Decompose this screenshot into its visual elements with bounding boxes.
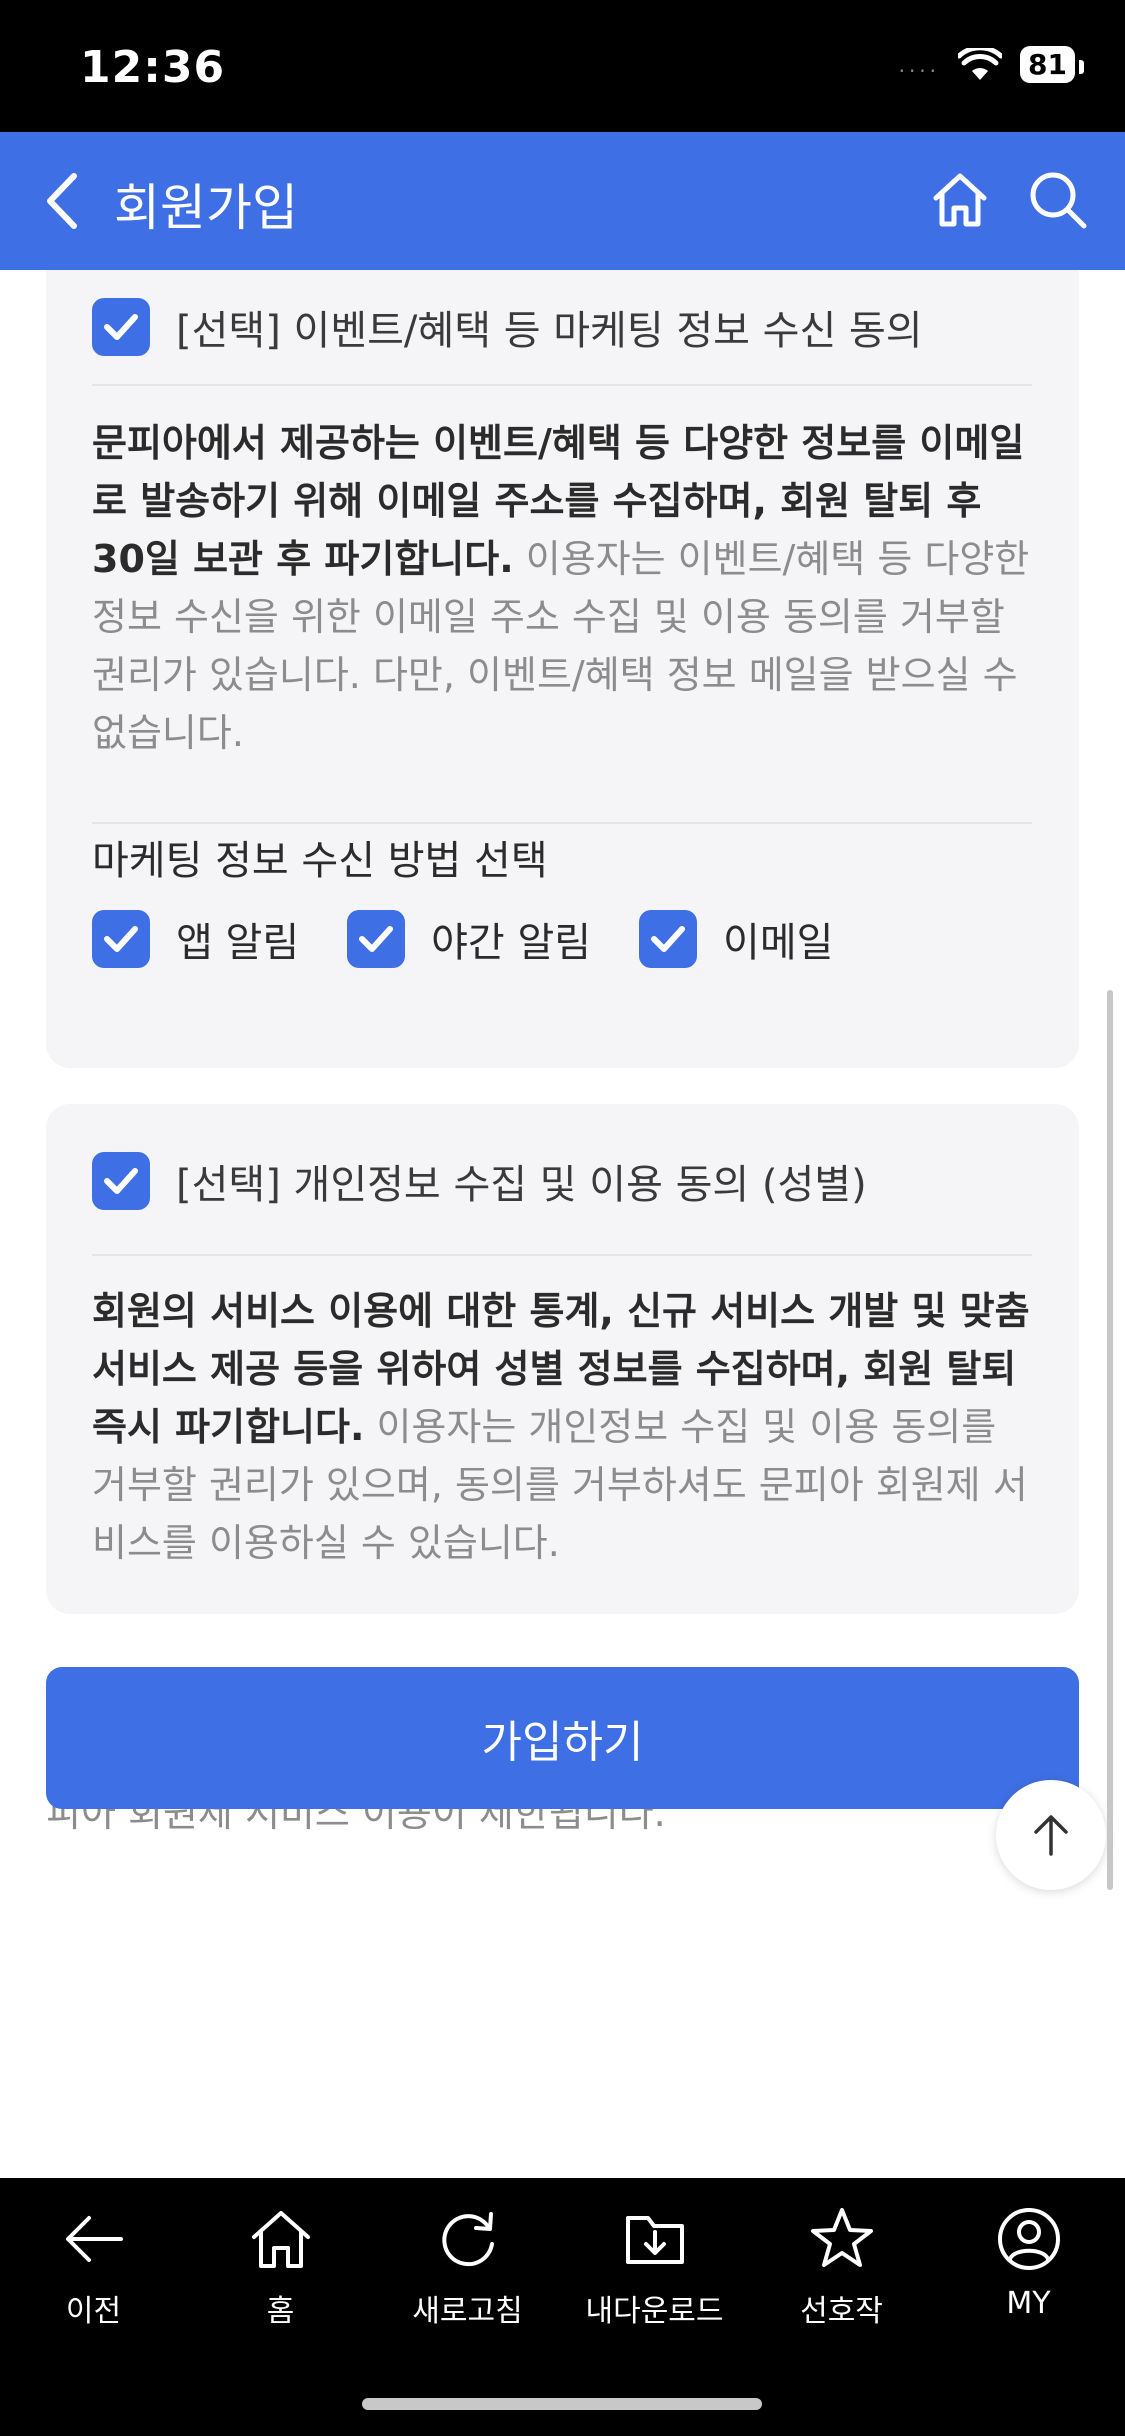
nav-my[interactable]: MY: [935, 2204, 1122, 2321]
marketing-consent-checkbox[interactable]: [92, 298, 150, 356]
signal-icon: ....: [898, 52, 941, 77]
content-area[interactable]: [선택] 이벤트/혜택 등 마케팅 정보 수신 동의 문피아에서 제공하는 이벤…: [0, 270, 1125, 2178]
status-bar: 12:36 .... 81: [0, 0, 1125, 132]
marketing-method-options: 앱 알림 야간 알림 이메일: [92, 910, 881, 968]
star-icon: [810, 2208, 873, 2267]
nav-home[interactable]: 홈: [187, 2204, 374, 2330]
method-email-label: 이메일: [723, 920, 834, 966]
back-button[interactable]: [36, 168, 96, 234]
status-indicators: .... 81: [898, 46, 1084, 83]
marketing-consent-label: [선택] 이벤트/혜택 등 마케팅 정보 수신 동의: [176, 308, 923, 354]
nav-home-label: 홈: [266, 2294, 295, 2329]
method-app-notification-checkbox[interactable]: [92, 910, 150, 968]
checkmark-icon: [104, 314, 138, 340]
marketing-consent-checkbox-row[interactable]: [선택] 이벤트/혜택 등 마케팅 정보 수신 동의: [92, 298, 923, 356]
marketing-consent-card: [선택] 이벤트/혜택 등 마케팅 정보 수신 동의 문피아에서 제공하는 이벤…: [46, 270, 1079, 1068]
method-night-notification-label: 야간 알림: [431, 920, 592, 966]
checkmark-icon: [651, 926, 686, 952]
nav-downloads[interactable]: 내다운로드: [561, 2204, 748, 2330]
wifi-icon: [958, 47, 1003, 80]
scrollbar[interactable]: [1107, 990, 1113, 1890]
gender-consent-checkbox-row[interactable]: [선택] 개인정보 수집 및 이용 동의 (성별): [92, 1152, 867, 1210]
nav-refresh-label: 새로고침: [412, 2294, 523, 2329]
method-email[interactable]: 이메일: [639, 910, 833, 968]
nav-refresh[interactable]: 새로고침: [374, 2204, 561, 2330]
app-header: 회원가입: [0, 132, 1125, 270]
scroll-to-top-button[interactable]: [996, 1780, 1106, 1890]
divider: [92, 822, 1032, 824]
nav-favorites-label: 선호작: [800, 2294, 883, 2329]
battery-indicator: 81: [1020, 46, 1084, 83]
home-indicator: [362, 2398, 762, 2410]
arrow-up-icon: [1034, 1815, 1068, 1856]
gender-consent-label: [선택] 개인정보 수집 및 이용 동의 (성별): [176, 1162, 867, 1208]
join-button[interactable]: 가입하기: [46, 1667, 1079, 1809]
page-title: 회원가입: [114, 179, 298, 237]
status-time: 12:36: [80, 42, 226, 93]
nav-favorites[interactable]: 선호작: [748, 2204, 935, 2330]
checkmark-icon: [104, 1168, 138, 1194]
home-button[interactable]: [928, 168, 992, 232]
gender-consent-description: 회원의 서비스 이용에 대한 통계, 신규 서비스 개발 및 맞춤 서비스 제공…: [92, 1282, 1042, 1572]
method-app-notification-label: 앱 알림: [176, 920, 300, 966]
divider: [92, 384, 1032, 386]
checkmark-icon: [104, 926, 138, 952]
home-icon: [251, 2211, 310, 2268]
checkmark-icon: [359, 926, 394, 952]
method-app-notification[interactable]: 앱 알림: [92, 910, 299, 968]
refresh-icon: [441, 2212, 494, 2267]
gender-consent-card: [선택] 개인정보 수집 및 이용 동의 (성별) 회원의 서비스 이용에 대한…: [46, 1104, 1079, 1614]
marketing-method-title: 마케팅 정보 수신 방법 선택: [92, 838, 548, 884]
user-icon: [997, 2208, 1060, 2270]
arrow-left-icon: [65, 2216, 123, 2262]
nav-back[interactable]: 이전: [0, 2204, 187, 2330]
marketing-consent-description: 문피아에서 제공하는 이벤트/혜택 등 다양한 정보를 이메일로 발송하기 위해…: [92, 414, 1042, 762]
gender-consent-checkbox[interactable]: [92, 1152, 150, 1210]
download-folder-icon: [625, 2216, 684, 2264]
nav-downloads-label: 내다운로드: [585, 2294, 724, 2329]
method-night-notification[interactable]: 야간 알림: [347, 910, 591, 968]
nav-my-label: MY: [1006, 2286, 1051, 2321]
divider: [92, 1254, 1032, 1256]
nav-back-label: 이전: [65, 2294, 122, 2329]
search-button[interactable]: [1026, 168, 1090, 232]
method-night-notification-checkbox[interactable]: [347, 910, 406, 968]
method-email-checkbox[interactable]: [639, 910, 698, 968]
